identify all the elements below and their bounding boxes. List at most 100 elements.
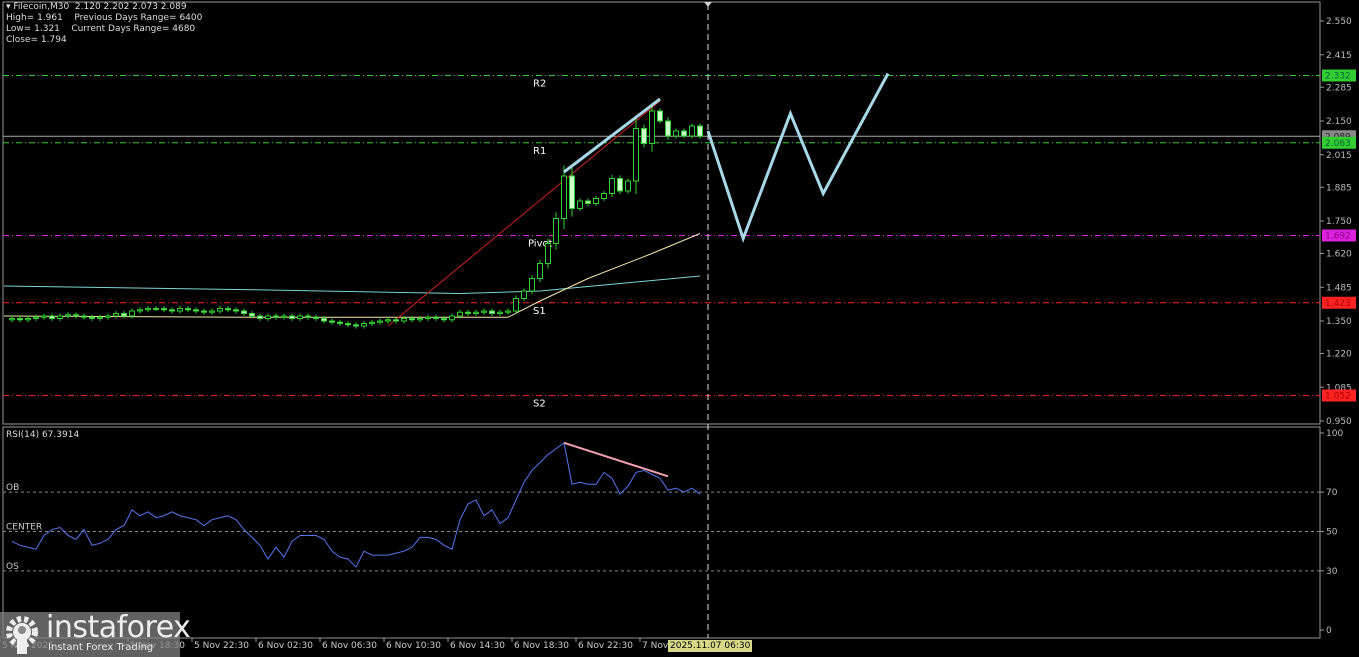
- price-tick-label: 2.550: [1326, 17, 1352, 27]
- candle: [377, 320, 383, 323]
- level-label-r2: R2: [533, 79, 546, 90]
- time-axis-label: 5 Nov 22:30: [194, 641, 249, 651]
- candle: [633, 128, 639, 182]
- candle: [641, 128, 647, 144]
- logo-tagline: Instant Forex Trading: [48, 642, 154, 653]
- candle: [393, 319, 399, 322]
- candle: [209, 310, 215, 313]
- candle: [545, 243, 551, 264]
- rsi-panel-frame: [2, 426, 1321, 639]
- candle: [89, 316, 95, 319]
- candle: [201, 310, 207, 313]
- level-label-s2: S2: [533, 399, 546, 410]
- candle: [81, 315, 87, 318]
- rsi-level-label: CENTER: [6, 523, 42, 533]
- candle: [593, 198, 599, 204]
- level-price-label: 2.332: [1325, 72, 1351, 82]
- candle: [113, 313, 119, 317]
- candle: [281, 315, 287, 318]
- price-chart: 2.550 2.415 2.285 2.150 2.015 1.885 1.750 1.620…: [0, 1, 1356, 642]
- candle: [529, 278, 535, 292]
- candle: [57, 315, 63, 319]
- candle: [273, 315, 279, 318]
- level-price-label: 1.692: [1325, 232, 1351, 242]
- candle: [185, 308, 191, 311]
- candle: [609, 178, 615, 194]
- candle: [417, 318, 423, 321]
- candle: [553, 218, 559, 244]
- candle: [361, 323, 367, 327]
- price-tick-label: 2.015: [1326, 151, 1352, 161]
- level-price-label: 2.063: [1325, 139, 1351, 149]
- time-axis-label: 7 Nov: [642, 641, 669, 651]
- candle: [297, 315, 303, 319]
- gear-logo-icon: [6, 616, 38, 654]
- candle: [577, 200, 583, 209]
- candle: [177, 308, 183, 312]
- candle: [169, 309, 175, 312]
- candle: [345, 323, 351, 326]
- time-axis-label: 6 Nov 18:30: [514, 641, 569, 651]
- level-label-r1: R1: [533, 146, 546, 157]
- level-label-s1: S1: [533, 306, 546, 317]
- price-tick-label: 0.950: [1326, 417, 1352, 427]
- candle: [17, 318, 23, 321]
- candle: [249, 313, 255, 317]
- symbol-line: Filecoin,M30 2.120 2.202 2.073 2.089: [13, 2, 187, 12]
- candle: [321, 318, 327, 322]
- price-tick-label: 1.220: [1326, 350, 1352, 360]
- candle: [313, 316, 319, 319]
- candle: [497, 311, 503, 314]
- price-tick-label: 2.285: [1326, 83, 1352, 93]
- level-price-label: 1.052: [1325, 392, 1351, 402]
- candle: [193, 309, 199, 312]
- candle: [241, 310, 247, 314]
- rsi-tick-label: 0: [1326, 626, 1332, 636]
- time-axis-label: 6 Nov 22:30: [578, 641, 633, 651]
- candle: [505, 310, 511, 313]
- candle: [265, 315, 271, 319]
- candle: [489, 310, 495, 314]
- candle: [121, 313, 127, 317]
- price-tick-label: 1.885: [1326, 183, 1352, 193]
- time-axis-label: 6 Nov 02:30: [258, 641, 313, 651]
- candle: [585, 200, 591, 204]
- candle: [145, 308, 151, 311]
- candle: [385, 319, 391, 322]
- candle: [601, 193, 607, 199]
- candle: [73, 314, 79, 317]
- candle: [481, 310, 487, 313]
- candle: [625, 180, 631, 192]
- candle: [41, 315, 47, 318]
- candle: [161, 308, 167, 311]
- candle: [401, 318, 407, 322]
- current-time-label: 2025.11.07 06:30: [668, 640, 753, 652]
- candle: [233, 309, 239, 312]
- candle: [217, 308, 223, 312]
- candle: [105, 315, 111, 318]
- candle: [537, 263, 543, 279]
- candle: [329, 320, 335, 323]
- price-tick-label: 1.750: [1326, 217, 1352, 227]
- chart-info: ▾ Filecoin,M30 2.120 2.202 2.073 2.089 H…: [6, 2, 202, 46]
- candle: [697, 125, 703, 137]
- rsi-tick-label: 100: [1326, 429, 1343, 439]
- rsi-level-label: OS: [6, 562, 19, 572]
- candle: [649, 110, 655, 144]
- candle: [289, 315, 295, 319]
- candle: [409, 318, 415, 321]
- candle: [9, 318, 15, 321]
- previous-days-range: Previous Days Range= 6400: [74, 13, 203, 23]
- rsi-tick-label: 70: [1326, 488, 1338, 498]
- candle: [465, 311, 471, 314]
- candle: [425, 316, 431, 319]
- candle: [137, 309, 143, 312]
- candle: [65, 314, 71, 317]
- time-axis-label: 6 Nov 10:30: [386, 641, 441, 651]
- candle: [457, 311, 463, 317]
- price-tick-label: 1.485: [1326, 283, 1352, 293]
- candle: [673, 130, 679, 137]
- price-tick-label: 1.350: [1326, 317, 1352, 327]
- candle: [97, 316, 103, 319]
- candle: [665, 120, 671, 137]
